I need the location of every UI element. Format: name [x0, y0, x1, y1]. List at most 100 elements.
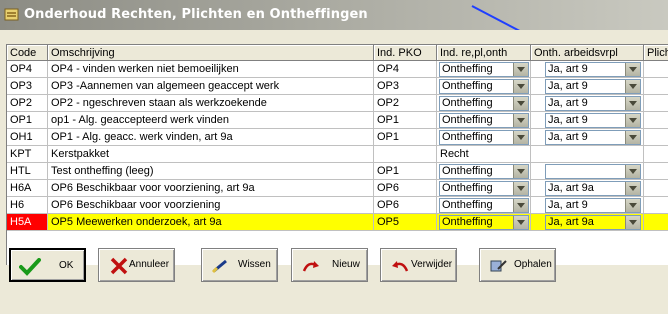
cell-ind-pko[interactable]: OP1: [374, 163, 437, 180]
dropdown-arrow-icon[interactable]: [513, 165, 528, 178]
cell-code[interactable]: HTL: [7, 163, 48, 180]
table-row[interactable]: H6 OP6 Beschikbaar voor voorziening OP6 Ont…: [7, 197, 668, 214]
onth-dropdown[interactable]: Ja, art 9: [545, 62, 641, 77]
cell-onth-arbeidsvrpl[interactable]: Ja, art 9: [531, 78, 644, 95]
ok-button[interactable]: OK: [9, 248, 86, 282]
onth-dropdown[interactable]: Ja, art 9: [545, 130, 641, 145]
cell-ind-pko[interactable]: OP1: [374, 129, 437, 146]
cell-plich[interactable]: [644, 146, 668, 163]
cell-ind-re-pl-onth[interactable]: Ontheffing: [437, 78, 531, 95]
cell-plich[interactable]: [644, 197, 668, 214]
ind-dropdown[interactable]: Ontheffing: [439, 181, 529, 196]
table-row[interactable]: OP1 op1 - Alg. geaccepteerd werk vinden OP…: [7, 112, 668, 129]
ind-dropdown[interactable]: Ontheffing: [439, 79, 529, 94]
ophalen-button[interactable]: Ophalen: [479, 248, 556, 282]
cell-ind-pko[interactable]: OP6: [374, 197, 437, 214]
table-row[interactable]: OP4 OP4 - vinden werken niet bemoeilijken…: [7, 61, 668, 78]
cell-code[interactable]: OP2: [7, 95, 48, 112]
cell-onth-arbeidsvrpl[interactable]: Ja, art 9: [531, 95, 644, 112]
table-row[interactable]: HTL Test ontheffing (leeg) OP1 Ontheffing: [7, 163, 668, 180]
cell-onth-arbeidsvrpl[interactable]: Ja, art 9a: [531, 180, 644, 197]
onth-dropdown[interactable]: Ja, art 9a: [545, 215, 641, 230]
cell-plich[interactable]: [644, 61, 668, 78]
table-row[interactable]: KPT Kerstpakket Recht: [7, 146, 668, 163]
wissen-button[interactable]: Wissen: [201, 248, 278, 282]
table-row[interactable]: OH1 OP1 - Alg. geacc. werk vinden, art 9a…: [7, 129, 668, 146]
dropdown-arrow-icon[interactable]: [513, 114, 528, 127]
nieuw-button[interactable]: Nieuw: [291, 248, 368, 282]
table-row[interactable]: H6A OP6 Beschikbaar voor voorziening, art…: [7, 180, 668, 197]
verwijder-button[interactable]: Verwijder: [380, 248, 457, 282]
cell-omschrijving[interactable]: Test ontheffing (leeg): [48, 163, 374, 180]
cell-code[interactable]: OP4: [7, 61, 48, 78]
cell-ind-pko[interactable]: OP6: [374, 180, 437, 197]
ind-dropdown[interactable]: Ontheffing: [439, 215, 529, 230]
dropdown-arrow-icon[interactable]: [625, 199, 640, 212]
cell-plich[interactable]: [644, 163, 668, 180]
cell-code[interactable]: H6: [7, 197, 48, 214]
onth-dropdown[interactable]: Ja, art 9a: [545, 181, 641, 196]
cell-omschrijving[interactable]: OP3 -Aannemen van algemeen geaccept werk: [48, 78, 374, 95]
dropdown-arrow-icon[interactable]: [625, 165, 640, 178]
cell-plich[interactable]: [644, 180, 668, 197]
cell-ind-pko[interactable]: OP5: [374, 214, 437, 231]
dropdown-arrow-icon[interactable]: [513, 182, 528, 195]
cell-plich[interactable]: [644, 129, 668, 146]
cell-code[interactable]: H5A: [7, 214, 48, 231]
cell-ind-pko[interactable]: OP2: [374, 95, 437, 112]
cell-omschrijving[interactable]: OP2 - ngeschreven staan als werkzoekende: [48, 95, 374, 112]
cell-omschrijving[interactable]: OP1 - Alg. geacc. werk vinden, art 9a: [48, 129, 374, 146]
rights-grid[interactable]: Code Omschrijving Ind. PKO Ind. re,pl,on…: [6, 44, 668, 265]
cell-onth-arbeidsvrpl[interactable]: Ja, art 9: [531, 112, 644, 129]
cell-onth-arbeidsvrpl[interactable]: Ja, art 9: [531, 61, 644, 78]
dropdown-arrow-icon[interactable]: [625, 80, 640, 93]
onth-dropdown[interactable]: Ja, art 9: [545, 79, 641, 94]
ind-dropdown[interactable]: Ontheffing: [439, 130, 529, 145]
cell-code[interactable]: OH1: [7, 129, 48, 146]
cell-omschrijving[interactable]: OP4 - vinden werken niet bemoeilijken: [48, 61, 374, 78]
cell-omschrijving[interactable]: OP6 Beschikbaar voor voorziening, art 9a: [48, 180, 374, 197]
annuleer-button[interactable]: Annuleer: [98, 248, 175, 282]
cell-plich[interactable]: [644, 214, 668, 231]
ind-dropdown[interactable]: Ontheffing: [439, 62, 529, 77]
cell-code[interactable]: OP3: [7, 78, 48, 95]
ind-dropdown[interactable]: Ontheffing: [439, 198, 529, 213]
column-header-ind-re-pl-onth[interactable]: Ind. re,pl,onth: [437, 45, 531, 61]
cell-omschrijving[interactable]: Kerstpakket: [48, 146, 374, 163]
cell-ind-re-pl-onth[interactable]: Ontheffing: [437, 163, 531, 180]
cell-onth-arbeidsvrpl[interactable]: [531, 146, 644, 163]
column-header-onth-arbeidsvrpl[interactable]: Onth. arbeidsvrpl: [531, 45, 644, 61]
column-header-ind-pko[interactable]: Ind. PKO: [374, 45, 437, 61]
cell-plich[interactable]: [644, 78, 668, 95]
cell-ind-re-pl-onth[interactable]: Ontheffing: [437, 180, 531, 197]
column-header-code[interactable]: Code: [7, 45, 48, 61]
dropdown-arrow-icon[interactable]: [625, 131, 640, 144]
ind-dropdown[interactable]: Ontheffing: [439, 164, 529, 179]
cell-omschrijving[interactable]: op1 - Alg. geaccepteerd werk vinden: [48, 112, 374, 129]
cell-onth-arbeidsvrpl[interactable]: [531, 163, 644, 180]
dropdown-arrow-icon[interactable]: [513, 131, 528, 144]
cell-ind-re-pl-onth[interactable]: Ontheffing: [437, 112, 531, 129]
cell-onth-arbeidsvrpl[interactable]: Ja, art 9: [531, 197, 644, 214]
cell-plich[interactable]: [644, 95, 668, 112]
dropdown-arrow-icon[interactable]: [625, 63, 640, 76]
cell-code[interactable]: OP1: [7, 112, 48, 129]
cell-onth-arbeidsvrpl[interactable]: Ja, art 9: [531, 129, 644, 146]
ind-dropdown[interactable]: Ontheffing: [439, 96, 529, 111]
table-row[interactable]: OP3 OP3 -Aannemen van algemeen geaccept w…: [7, 78, 668, 95]
dropdown-arrow-icon[interactable]: [625, 97, 640, 110]
dropdown-arrow-icon[interactable]: [625, 114, 640, 127]
column-header-plich[interactable]: Plich: [644, 45, 668, 61]
column-header-omschrijving[interactable]: Omschrijving: [48, 45, 374, 61]
dropdown-arrow-icon[interactable]: [513, 216, 528, 229]
cell-ind-pko[interactable]: OP1: [374, 112, 437, 129]
cell-ind-re-pl-onth[interactable]: Ontheffing: [437, 129, 531, 146]
cell-omschrijving[interactable]: OP5 Meewerken onderzoek, art 9a: [48, 214, 374, 231]
dropdown-arrow-icon[interactable]: [625, 182, 640, 195]
cell-ind-pko[interactable]: OP4: [374, 61, 437, 78]
cell-omschrijving[interactable]: OP6 Beschikbaar voor voorziening: [48, 197, 374, 214]
onth-dropdown[interactable]: [545, 164, 641, 179]
cell-ind-pko[interactable]: OP3: [374, 78, 437, 95]
dropdown-arrow-icon[interactable]: [513, 63, 528, 76]
cell-onth-arbeidsvrpl[interactable]: Ja, art 9a: [531, 214, 644, 231]
